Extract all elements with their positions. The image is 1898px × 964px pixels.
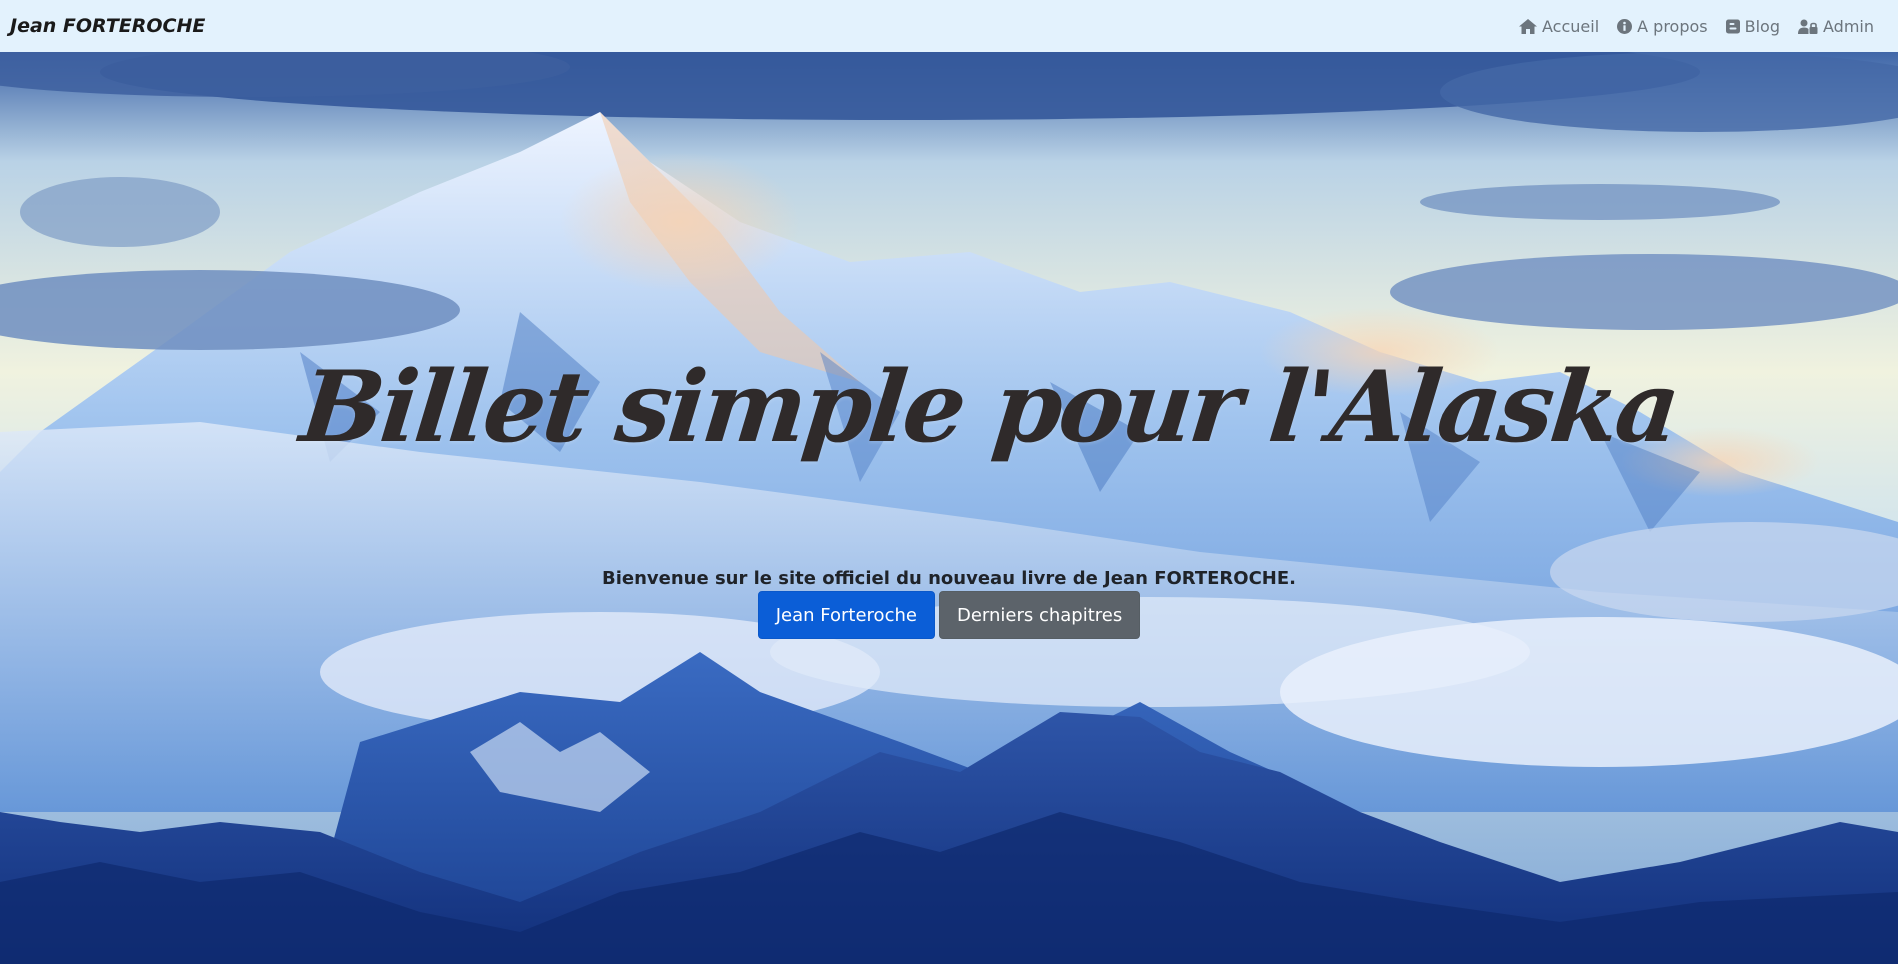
- mountain-background-image: [0, 52, 1898, 964]
- nav-link-label: Admin: [1823, 16, 1874, 36]
- nav-link-admin[interactable]: Admin: [1798, 17, 1874, 36]
- blogger-icon: [1725, 19, 1740, 34]
- hero-buttons: Jean Forteroche Derniers chapitres: [0, 591, 1898, 639]
- nav-link-label: A propos: [1637, 16, 1708, 36]
- hero-title: Billet simple pour l'Alaska: [295, 349, 1683, 465]
- nav-link-blog[interactable]: Blog: [1725, 16, 1780, 36]
- nav-link-label: Blog: [1744, 16, 1780, 36]
- nav-link-label: Accueil: [1542, 16, 1600, 36]
- nav-link-accueil[interactable]: Accueil: [1519, 17, 1599, 36]
- hero-section: Billet simple pour l'Alaska Bienvenue su…: [0, 52, 1898, 964]
- hero-lead: Bienvenue sur le site officiel du nouvea…: [601, 568, 1296, 589]
- derniers-chapitres-button[interactable]: Derniers chapitres: [938, 591, 1141, 639]
- nav-links: Accueil A propos Blog Admin: [1519, 17, 1888, 36]
- jean-forteroche-button[interactable]: Jean Forteroche: [757, 591, 935, 639]
- user-lock-icon: [1798, 19, 1818, 34]
- home-icon: [1519, 18, 1537, 34]
- navbar: Jean FORTEROCHE Accueil A propos Blog Ad…: [0, 0, 1898, 52]
- nav-link-a-propos[interactable]: A propos: [1617, 16, 1708, 36]
- info-circle-icon: [1617, 18, 1633, 34]
- brand-link[interactable]: Jean FORTEROCHE: [10, 15, 205, 37]
